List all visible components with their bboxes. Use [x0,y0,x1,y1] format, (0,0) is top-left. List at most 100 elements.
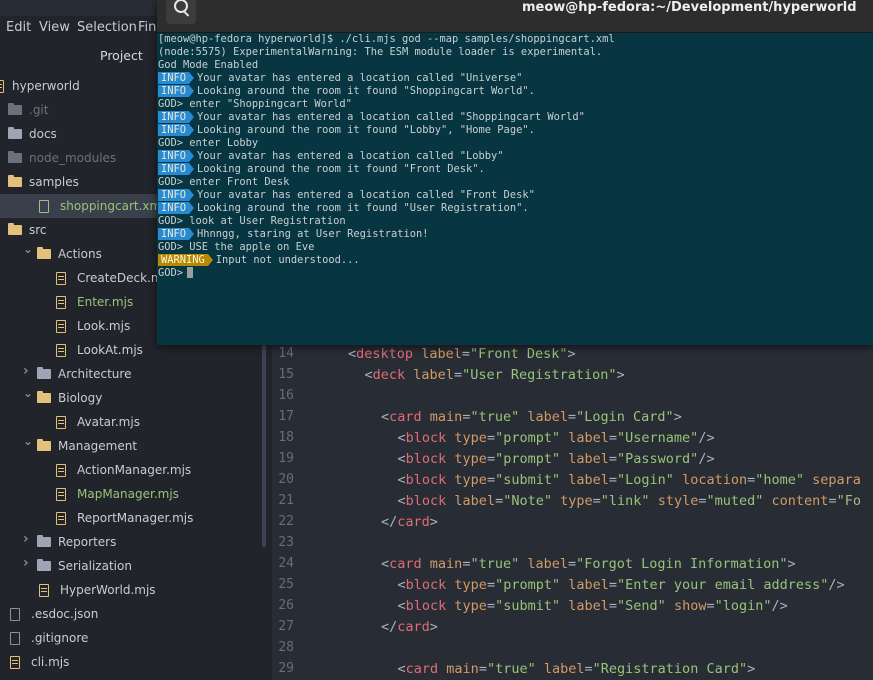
tree-root-label: hyperworld [12,79,80,93]
folder-icon [8,151,22,163]
tree-item-label: Biology [58,391,103,405]
file-icon [56,344,66,357]
chevron-right-icon[interactable]: › [23,363,33,379]
folder-icon [37,391,51,403]
terminal-line: INFO Your avatar has entered a location c… [158,150,872,163]
tree-item[interactable]: ReportManager.mjs [0,506,265,530]
code-editor[interactable]: <desktop label="Front Desk"> <deck label=… [320,342,873,680]
line-number: 14 [278,346,294,361]
code-line: </card> [381,619,438,635]
file-icon [56,296,66,309]
menu-find[interactable]: Fin [138,20,156,35]
terminal-search-button[interactable] [166,0,196,24]
tree-item-label: Reporters [58,535,117,549]
folder-icon [37,367,51,379]
line-number: 29 [278,661,294,676]
code-line: <block type="prompt" label="Enter your e… [397,577,845,593]
info-badge: INFO [158,72,190,84]
code-line: <block type="submit" label="Login" locat… [397,472,861,488]
line-number: 24 [278,556,294,571]
terminal-prompt[interactable]: GOD> [158,267,872,280]
file-icon [56,272,66,285]
line-number: 26 [278,598,294,613]
terminal-line: INFO Your avatar has entered a location c… [158,72,872,85]
folder-icon [8,103,22,115]
menu-view[interactable]: View [39,20,70,35]
terminal-output[interactable]: [meow@hp-fedora hyperworld]$ ./cli.mjs g… [158,33,872,345]
chevron-down-icon[interactable]: ⌄ [23,434,33,448]
line-number: 16 [278,388,294,403]
chevron-right-icon[interactable]: › [23,555,33,571]
tree-item[interactable]: ⌄ Biology [0,386,265,410]
terminal-title: meow@hp-fedora:~/Development/hyperworld [522,0,857,15]
tree-item-label: HyperWorld.mjs [60,583,156,597]
info-badge: INFO [158,150,190,162]
chevron-down-icon[interactable]: ⌄ [23,386,33,400]
tree-item[interactable]: Avatar.mjs [0,410,265,434]
file-icon [10,608,20,621]
tree-item-label: Serialization [58,559,132,573]
tree-item[interactable]: .esdoc.json [0,602,265,626]
tree-item[interactable]: ActionManager.mjs [0,458,265,482]
tree-item-label: ReportManager.mjs [77,511,194,525]
tree-item-label: ActionManager.mjs [77,463,192,477]
terminal-line: INFO Your avatar has entered a location c… [158,111,872,124]
file-icon [10,656,20,669]
file-icon [56,488,66,501]
chevron-down-icon[interactable]: ⌄ [23,242,33,256]
code-line: <card main="true" label="Login Card"> [381,409,682,425]
tree-item-label: Architecture [58,367,132,381]
tree-item[interactable]: HyperWorld.mjs [0,578,265,602]
tree-item[interactable]: › Serialization [0,554,265,578]
code-line: </card> [381,514,438,530]
terminal-line: GOD> enter Front Desk [158,176,290,188]
tree-item[interactable]: MapManager.mjs [0,482,265,506]
line-number: 23 [278,535,294,550]
line-number: 25 [278,577,294,592]
terminal-line: God Mode Enabled [158,59,259,71]
terminal-line: INFO Looking around the room it found "Us… [158,202,872,215]
tree-item-label: .git [29,103,49,117]
line-number: 21 [278,493,294,508]
terminal-line: INFO Looking around the room it found "Fr… [158,163,872,176]
warning-badge: WARNING [158,254,208,266]
file-icon [10,632,20,645]
terminal-line: [meow@hp-fedora hyperworld]$ ./cli.mjs g… [158,33,615,45]
line-number: 18 [278,430,294,445]
line-number: 27 [278,619,294,634]
folder-icon [8,223,22,235]
line-gutter: 14 15 16 17 18 19 20 21 22 23 24 25 26 27 28 29 [272,342,320,680]
code-line: <card main="true" label="Registration Ca… [397,661,756,677]
file-icon [56,512,66,525]
menu-bar: Edit View Selection Fin [0,16,160,42]
tree-item-label: Avatar.mjs [77,415,140,429]
tree-item[interactable]: cli.mjs [0,650,265,674]
terminal-line: GOD> look at User Registration [158,215,346,227]
code-line: <deck label="User Registration"> [364,367,625,383]
info-badge: INFO [158,111,190,123]
file-icon [56,320,66,333]
project-title: Project [100,48,143,63]
tree-item[interactable]: › Reporters [0,530,265,554]
file-icon [39,200,49,213]
chevron-right-icon[interactable]: › [23,531,33,547]
folder-icon [8,127,22,139]
info-badge: INFO [158,202,190,214]
code-line: <card main="true" label="Forgot Login In… [381,556,796,572]
tree-item[interactable]: .gitignore [0,626,265,650]
tree-item-label: node_modules [29,151,117,165]
terminal-line: GOD> enter Lobby [158,137,259,149]
code-line: <block type="submit" label="Send" show="… [397,598,788,614]
tree-item[interactable]: ⌄ Management [0,434,265,458]
terminal-line: GOD> USE the apple on Eve [158,241,315,253]
tree-item-label: Look.mjs [77,319,131,333]
menu-edit[interactable]: Edit [6,20,31,35]
tree-item-label: samples [29,175,79,189]
text-cursor [187,267,194,278]
tree-item[interactable]: › Architecture [0,362,265,386]
tree-item-label: .esdoc.json [31,607,99,621]
terminal-window[interactable]: meow@hp-fedora:~/Development/hyperworld … [157,0,873,345]
info-badge: INFO [158,124,190,136]
tree-item-label: cli.mjs [31,655,70,669]
menu-selection[interactable]: Selection [77,20,137,35]
